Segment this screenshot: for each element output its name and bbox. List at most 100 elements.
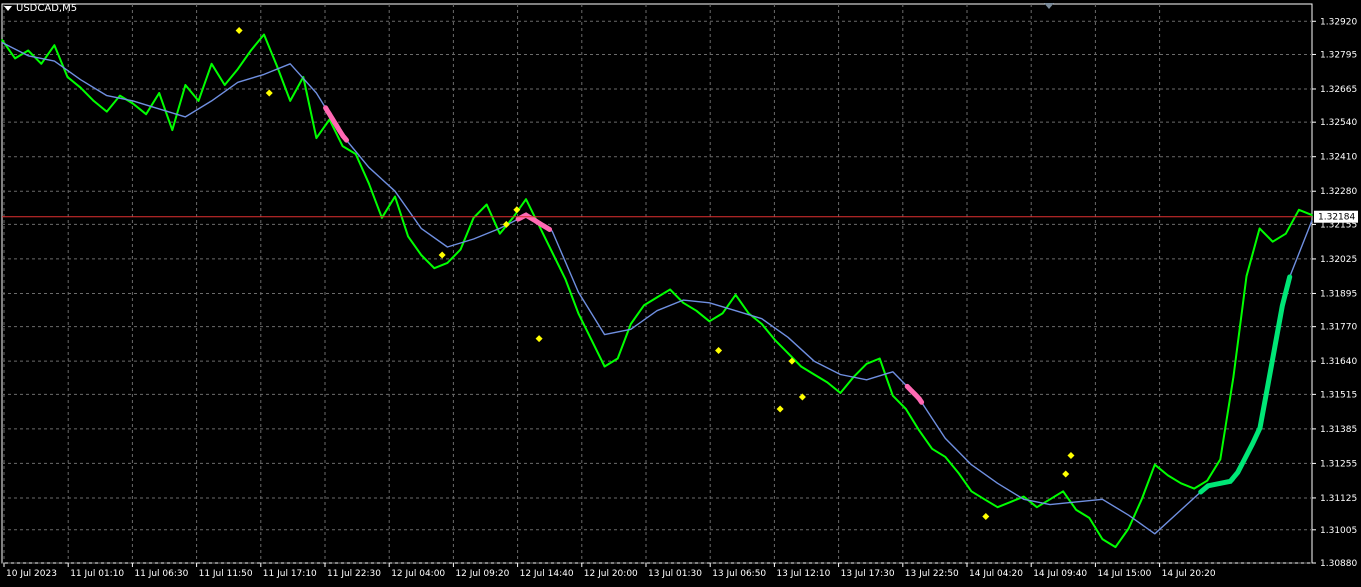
price-point	[1258, 227, 1261, 230]
price-point	[813, 373, 815, 376]
price-point	[787, 352, 789, 355]
x-tick-label: 11 Jul 17:10	[263, 569, 317, 579]
dropdown-arrow-icon[interactable]	[4, 6, 12, 11]
price-point	[381, 216, 383, 219]
price-point	[630, 323, 632, 325]
price-point	[420, 254, 423, 256]
price-point	[1062, 490, 1064, 493]
x-tick-label: 11 Jul 11:50	[199, 569, 253, 579]
price-point	[551, 251, 553, 254]
y-tick-label: 1.32410	[1320, 153, 1357, 163]
price-point	[931, 448, 933, 450]
price-point	[1075, 509, 1077, 511]
price-point	[761, 323, 763, 325]
price-point	[826, 381, 829, 384]
price-point	[341, 145, 344, 147]
y-tick-label: 1.32025	[1320, 255, 1357, 265]
price-point	[394, 195, 396, 198]
current-price-label: 1.32184	[1318, 213, 1355, 223]
price-point	[132, 102, 134, 105]
price-point	[459, 248, 462, 251]
price-point	[1311, 214, 1313, 216]
price-point	[79, 86, 82, 89]
price-point	[682, 301, 684, 304]
price-point	[734, 293, 737, 296]
price-point	[996, 506, 999, 509]
price-point	[1049, 498, 1051, 501]
price-point	[1245, 275, 1248, 277]
price-point	[237, 68, 239, 70]
price-point	[1285, 232, 1287, 235]
y-tick-label: 1.31895	[1320, 289, 1357, 299]
price-point	[1206, 479, 1208, 482]
y-tick-label: 1.32795	[1320, 50, 1357, 60]
price-point	[499, 232, 501, 235]
price-point	[446, 262, 449, 264]
price-point	[1193, 487, 1195, 490]
price-point	[14, 57, 16, 60]
price-point	[656, 296, 658, 299]
price-point	[197, 100, 200, 102]
price-point	[695, 309, 698, 312]
price-point	[708, 320, 711, 323]
price-point	[1127, 527, 1130, 530]
price-point	[1036, 506, 1038, 509]
y-tick-label: 1.31255	[1320, 459, 1357, 469]
price-point	[53, 44, 56, 46]
price-chart[interactable]: 1.32920 1.32795 1.32665 1.32540 1.32410 1.322…	[0, 0, 1361, 583]
price-point	[485, 203, 488, 206]
price-point	[66, 76, 69, 78]
price-point	[472, 216, 475, 219]
x-tick-label: 13 Jul 17:30	[841, 569, 895, 579]
y-tick-label: 1.31005	[1320, 526, 1357, 536]
x-tick-label: 13 Jul 12:10	[776, 569, 830, 579]
price-point	[1167, 474, 1169, 477]
price-point	[1101, 538, 1104, 540]
y-tick-label: 1.32280	[1320, 187, 1357, 197]
price-point	[145, 113, 147, 116]
y-tick-label: 1.31640	[1320, 357, 1357, 367]
y-tick-label: 1.32665	[1320, 85, 1357, 95]
price-point	[1154, 463, 1156, 466]
x-tick-label: 12 Jul 04:00	[391, 569, 445, 579]
price-point	[1114, 546, 1117, 548]
price-point	[577, 312, 580, 315]
price-point	[354, 153, 357, 155]
price-point	[590, 339, 593, 341]
price-point	[970, 490, 973, 493]
price-point	[865, 363, 868, 365]
y-tick-label: 1.31385	[1320, 425, 1357, 435]
x-tick-label: 13 Jul 22:50	[905, 569, 959, 579]
y-tick-label: 1.31515	[1320, 390, 1357, 400]
price-point	[1219, 458, 1222, 461]
price-point	[669, 288, 671, 291]
x-tick-label: 11 Jul 06:30	[134, 569, 188, 579]
symbol-label: USDCAD,M5	[4, 3, 77, 14]
price-point	[892, 394, 894, 397]
price-point	[564, 278, 567, 280]
x-tick-label: 14 Jul 15:00	[1097, 569, 1151, 579]
price-point	[263, 33, 265, 36]
price-point	[433, 267, 436, 270]
x-tick-label: 11 Jul 22:30	[327, 569, 381, 579]
price-point	[184, 84, 187, 86]
price-point	[1, 39, 3, 41]
x-tick-label: 14 Jul 04:20	[969, 569, 1023, 579]
price-point	[525, 198, 527, 200]
price-point	[171, 129, 174, 131]
y-tick-label: 1.30880	[1320, 559, 1357, 569]
chart-canvas[interactable]: 1.32920 1.32795 1.32665 1.32540 1.32410 1.322…	[0, 0, 1361, 583]
price-point	[92, 100, 95, 102]
price-point	[250, 49, 252, 52]
x-tick-label: 12 Jul 20:00	[584, 569, 638, 579]
x-tick-label: 12 Jul 14:40	[520, 569, 574, 579]
price-point	[407, 235, 409, 238]
price-point	[957, 471, 960, 474]
price-point	[616, 357, 619, 360]
price-point	[603, 365, 606, 368]
price-point	[106, 110, 108, 113]
price-point	[512, 216, 514, 219]
y-tick-label: 1.31125	[1320, 494, 1357, 504]
price-point	[774, 339, 776, 341]
price-point	[839, 392, 842, 394]
